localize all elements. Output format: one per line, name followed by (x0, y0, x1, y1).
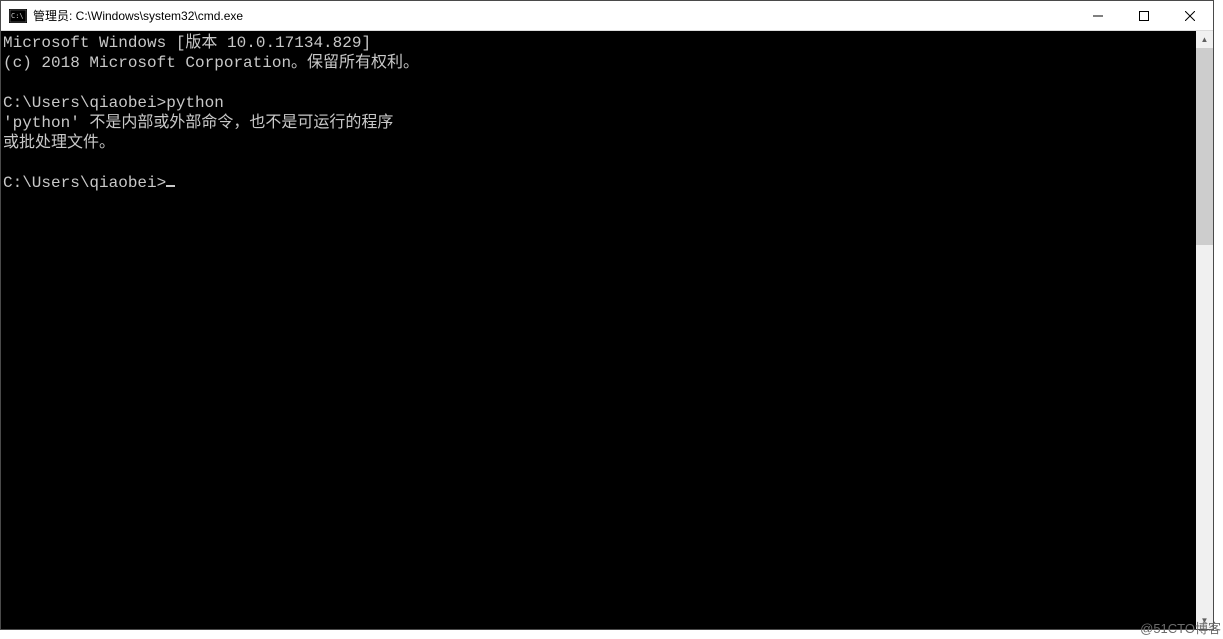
vertical-scrollbar[interactable]: ▲ ▼ (1196, 31, 1213, 629)
version-line: Microsoft Windows [版本 10.0.17134.829] (3, 34, 371, 52)
svg-text:C:\: C:\ (11, 12, 24, 20)
watermark-text: @51CTO博客 (1140, 618, 1221, 637)
prompt-line: C:\Users\qiaobei> (3, 174, 175, 192)
minimize-button[interactable] (1075, 1, 1121, 30)
cmd-window: C:\ 管理员: C:\Windows\system32\cmd.exe Mic… (0, 0, 1214, 630)
cmd-icon: C:\ (9, 9, 27, 23)
titlebar[interactable]: C:\ 管理员: C:\Windows\system32\cmd.exe (1, 1, 1213, 31)
command-text: python (166, 94, 224, 112)
window-title: 管理员: C:\Windows\system32\cmd.exe (33, 7, 243, 24)
close-button[interactable] (1167, 1, 1213, 30)
prompt-line: C:\Users\qiaobei>python (3, 94, 224, 112)
terminal-output[interactable]: Microsoft Windows [版本 10.0.17134.829] (c… (1, 31, 1196, 629)
scroll-track[interactable] (1196, 48, 1213, 612)
prompt-text: C:\Users\qiaobei> (3, 94, 166, 112)
prompt-text: C:\Users\qiaobei> (3, 174, 166, 192)
scroll-thumb[interactable] (1196, 48, 1213, 245)
maximize-button[interactable] (1121, 1, 1167, 30)
copyright-line: (c) 2018 Microsoft Corporation。保留所有权利。 (3, 54, 419, 72)
error-line: 'python' 不是内部或外部命令，也不是可运行的程序 (3, 114, 393, 132)
error-line: 或批处理文件。 (3, 134, 115, 152)
window-controls (1075, 1, 1213, 30)
content-area: Microsoft Windows [版本 10.0.17134.829] (c… (1, 31, 1213, 629)
scroll-up-arrow[interactable]: ▲ (1196, 31, 1213, 48)
cursor (166, 185, 175, 187)
